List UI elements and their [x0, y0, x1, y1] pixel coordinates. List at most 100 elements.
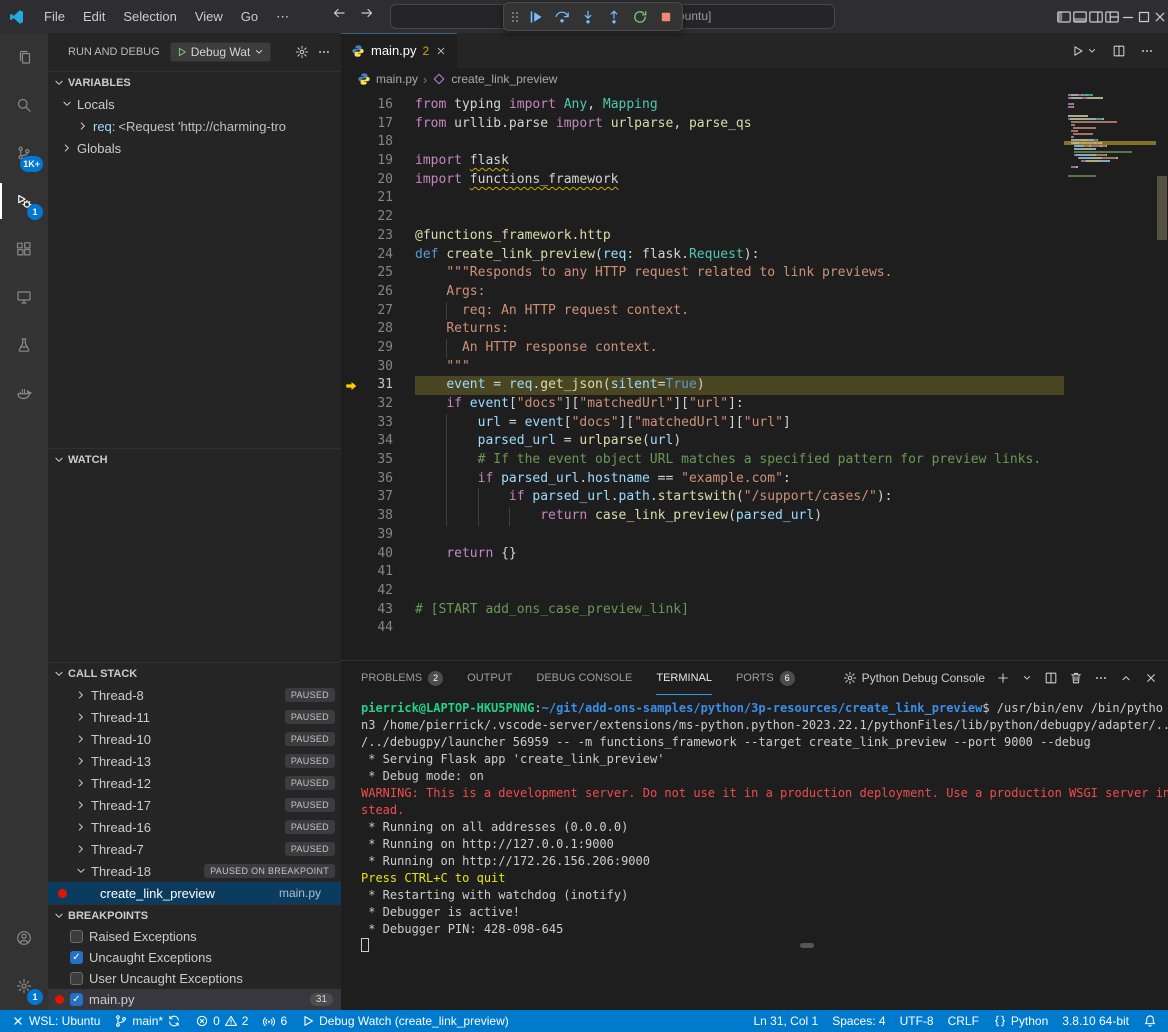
breakpoint-checkbox[interactable] — [70, 930, 83, 943]
breakpoint-row[interactable]: Uncaught Exceptions — [48, 947, 341, 968]
minimap[interactable] — [1064, 94, 1156, 660]
activity-run-and-debug[interactable]: 1 — [0, 177, 48, 225]
panel-tab-debug-console[interactable]: DEBUG CONSOLE — [536, 661, 632, 695]
code-line-36[interactable]: 36 if parsed_url.hostname == "example.co… — [341, 470, 1064, 489]
glyph-margin[interactable] — [341, 358, 363, 377]
code-line-44[interactable]: 44 — [341, 619, 1064, 638]
editor-scrollbar-thumb[interactable] — [1157, 176, 1167, 240]
customize-layout-button[interactable] — [1104, 9, 1120, 25]
code-line-30[interactable]: 30 """ — [341, 358, 1064, 377]
variable-row[interactable]: Locals — [48, 93, 341, 115]
code-line-21[interactable]: 21 — [341, 189, 1064, 208]
breakpoint-row[interactable]: User Uncaught Exceptions — [48, 968, 341, 989]
breakpoints-section-header[interactable]: BREAKPOINTS — [48, 904, 341, 926]
breakpoint-checkbox[interactable] — [70, 972, 83, 985]
activity-accounts[interactable] — [0, 914, 48, 962]
code-line-38[interactable]: 38 return case_link_preview(parsed_url) — [341, 507, 1064, 526]
glyph-margin[interactable] — [341, 133, 363, 152]
activity-explorer[interactable] — [0, 33, 48, 81]
debug-current-line-arrow[interactable] — [341, 376, 363, 395]
glyph-margin[interactable] — [341, 414, 363, 433]
eol-status[interactable]: CRLF — [941, 1010, 986, 1032]
code-line-42[interactable]: 42 — [341, 582, 1064, 601]
activity-search[interactable] — [0, 81, 48, 129]
encoding-status[interactable]: UTF-8 — [893, 1010, 941, 1032]
panel-tab-terminal[interactable]: TERMINAL — [656, 661, 712, 695]
language-status[interactable]: Python — [986, 1010, 1055, 1032]
menu-selection[interactable]: Selection — [114, 0, 185, 33]
code-line-37[interactable]: 37 if parsed_url.path.startswith("/suppo… — [341, 488, 1064, 507]
panel-tab-output[interactable]: OUTPUT — [467, 661, 512, 695]
stack-frame-row[interactable]: create_link_previewmain.py — [48, 882, 341, 904]
breakpoint-row[interactable]: Raised Exceptions — [48, 926, 341, 947]
breakpoint-row[interactable]: main.py31 — [48, 989, 341, 1010]
stop-button[interactable] — [653, 4, 679, 29]
step-out-button[interactable] — [601, 4, 627, 29]
toggle-panel-button[interactable] — [1072, 9, 1088, 25]
split-terminal-button[interactable] — [1044, 671, 1058, 685]
glyph-margin[interactable] — [341, 152, 363, 171]
activity-source-control[interactable]: 1K+ — [0, 129, 48, 177]
glyph-margin[interactable] — [341, 320, 363, 339]
glyph-margin[interactable] — [341, 545, 363, 564]
sidebar-more-actions-button[interactable] — [317, 45, 331, 59]
code-line-25[interactable]: 25 """Responds to any HTTP request relat… — [341, 264, 1064, 283]
glyph-margin[interactable] — [341, 96, 363, 115]
tab-main-py[interactable]: main.py 2 — [341, 33, 457, 68]
code-line-34[interactable]: 34 parsed_url = urlparse(url) — [341, 432, 1064, 451]
indentation-status[interactable]: Spaces: 4 — [825, 1010, 892, 1032]
glyph-margin[interactable] — [341, 115, 363, 134]
glyph-margin[interactable] — [341, 507, 363, 526]
call-stack-thread[interactable]: Thread-18PAUSED ON BREAKPOINT — [48, 860, 341, 882]
code-line-29[interactable]: 29 An HTTP response context. — [341, 339, 1064, 358]
glyph-margin[interactable] — [341, 395, 363, 414]
variables-section-header[interactable]: VARIABLES — [48, 71, 341, 93]
code-line-27[interactable]: 27 req: An HTTP request context. — [341, 302, 1064, 321]
problems-status[interactable]: 02 — [188, 1010, 255, 1032]
menu-view[interactable]: View — [186, 0, 232, 33]
call-stack-thread[interactable]: Thread-7PAUSED — [48, 838, 341, 860]
editor-more-actions-button[interactable] — [1140, 44, 1154, 58]
kill-terminal-button[interactable] — [1069, 671, 1083, 685]
glyph-margin[interactable] — [341, 451, 363, 470]
panel-tab-problems[interactable]: PROBLEMS2 — [361, 661, 443, 695]
activity-extensions[interactable] — [0, 225, 48, 273]
glyph-margin[interactable] — [341, 283, 363, 302]
git-branch-status[interactable]: main* — [107, 1010, 188, 1032]
call-stack-thread[interactable]: Thread-12PAUSED — [48, 772, 341, 794]
new-terminal-button[interactable] — [996, 671, 1010, 685]
activity-testing[interactable] — [0, 321, 48, 369]
code-line-35[interactable]: 35 # If the event object URL matches a s… — [341, 451, 1064, 470]
run-python-file-button[interactable] — [1071, 44, 1098, 58]
debug-status[interactable]: Debug Watch (create_link_preview) — [294, 1010, 516, 1032]
glyph-margin[interactable] — [341, 619, 363, 638]
glyph-margin[interactable] — [341, 339, 363, 358]
terminal-output[interactable]: pierrick@LAPTOP-HKU5PNNG:~/git/add-ons-s… — [341, 695, 1168, 1010]
toggle-secondary-sidebar-button[interactable] — [1088, 9, 1104, 25]
call-stack-thread[interactable]: Thread-10PAUSED — [48, 728, 341, 750]
code-line-18[interactable]: 18 — [341, 133, 1064, 152]
step-over-button[interactable] — [549, 4, 575, 29]
variable-row[interactable]: Globals — [48, 137, 341, 159]
code-line-31[interactable]: 31 event = req.get_json(silent=True) — [341, 376, 1064, 395]
breakpoint-checkbox[interactable] — [70, 951, 83, 964]
code-line-43[interactable]: 43# [START add_ons_case_preview_link] — [341, 601, 1064, 620]
breadcrumb-item-file[interactable]: main.py — [376, 72, 418, 86]
cursor-position[interactable]: Ln 31, Col 1 — [746, 1010, 825, 1032]
close-tab-button[interactable] — [435, 45, 447, 57]
activity-remote-explorer[interactable] — [0, 273, 48, 321]
code-line-16[interactable]: 16from typing import Any, Mapping — [341, 96, 1064, 115]
code-line-20[interactable]: 20import functions_framework — [341, 171, 1064, 190]
minimize-button[interactable] — [1120, 9, 1136, 25]
watch-section-header[interactable]: WATCH — [48, 448, 341, 470]
glyph-margin[interactable] — [341, 208, 363, 227]
editor-scrollbar[interactable] — [1156, 90, 1168, 660]
python-version-status[interactable]: 3.8.10 64-bit — [1055, 1010, 1136, 1032]
call-stack-section-header[interactable]: CALL STACK — [48, 662, 341, 684]
maximize-panel-button[interactable] — [1119, 671, 1133, 685]
panel-more-actions-button[interactable] — [1094, 671, 1108, 685]
glyph-margin[interactable] — [341, 264, 363, 283]
code-line-17[interactable]: 17from urllib.parse import urlparse, par… — [341, 115, 1064, 134]
code-line-23[interactable]: 23@functions_framework.http — [341, 227, 1064, 246]
activity-docker[interactable] — [0, 369, 48, 417]
